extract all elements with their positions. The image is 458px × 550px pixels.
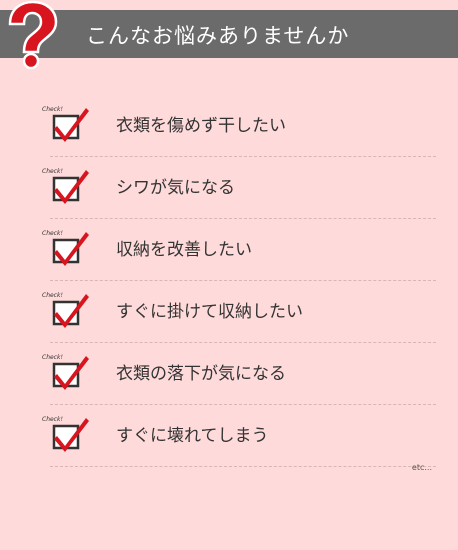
list-item: Check! すぐに壊れてしまう	[0, 405, 458, 467]
checkbox-checked-icon: Check!	[42, 292, 89, 328]
checkbox-checked-icon: Check!	[42, 230, 89, 266]
check-tag: Check!	[42, 354, 63, 361]
checkbox-checked-icon: Check!	[42, 106, 89, 142]
list-item: Check! すぐに掛けて収納したい	[0, 281, 458, 343]
list-item: Check! 衣類を傷めず干したい	[0, 95, 458, 157]
check-tag: Check!	[42, 292, 63, 299]
item-label: すぐに壊れてしまう	[116, 426, 269, 446]
header-bar: こんなお悩みありませんか	[0, 10, 458, 58]
list-item: Check! 衣類の落下が気になる	[0, 343, 458, 405]
header-title: こんなお悩みありませんか	[86, 24, 350, 48]
etc-note: etc...	[411, 463, 432, 472]
list-item: Check! シワが気になる	[0, 157, 458, 219]
checkbox-checked-icon: Check!	[42, 354, 89, 390]
check-tag: Check!	[42, 230, 63, 237]
item-label: 衣類の落下が気になる	[116, 364, 286, 384]
list-item: Check! 収納を改善したい	[0, 219, 458, 281]
checkbox-checked-icon: Check!	[42, 168, 89, 204]
checkbox-checked-icon: Check!	[42, 416, 89, 452]
check-tag: Check!	[42, 106, 63, 113]
item-label: シワが気になる	[116, 178, 235, 198]
item-label: 収納を改善したい	[116, 240, 252, 260]
divider	[50, 466, 436, 467]
item-label: すぐに掛けて収納したい	[116, 302, 303, 322]
concern-list: Check! 衣類を傷めず干したい Check! シワが気になる Check! …	[0, 95, 458, 467]
question-mark-icon	[8, 0, 58, 70]
check-tag: Check!	[42, 416, 63, 423]
item-label: 衣類を傷めず干したい	[116, 116, 286, 136]
check-tag: Check!	[42, 168, 63, 175]
